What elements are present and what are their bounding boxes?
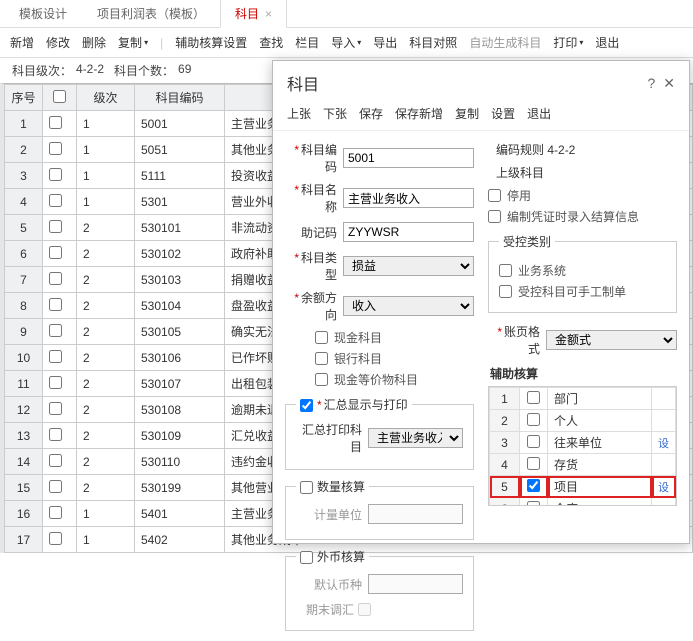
chevron-down-icon: ▾ [144,38,148,47]
close-icon[interactable]: ✕ [663,75,675,92]
tb-new[interactable]: 新增 [10,34,34,51]
aux-row[interactable]: 3往来单位设 [490,432,676,454]
tb-autogen: 自动生成科目 [469,34,541,51]
dlg-next[interactable]: 下张 [323,105,347,122]
tb-del[interactable]: 删除 [82,34,106,51]
tb-copy[interactable]: 复制▾ [118,34,148,51]
row-checkbox[interactable] [49,376,62,389]
name-input[interactable] [343,188,474,208]
qty-fieldset: 数量核算 计量单位 [285,478,474,540]
mnemo-input[interactable] [343,222,474,242]
tb-aux[interactable]: 辅助核算设置 [175,34,247,51]
subject-dialog: 科目 ? ✕ 上张 下张 保存 保存新增 复制 设置 退出 *科目编码 *科目名… [272,60,690,544]
row-checkbox[interactable] [49,532,62,545]
qty-input [368,504,463,524]
row-checkbox[interactable] [49,428,62,441]
tb-edit[interactable]: 修改 [46,34,70,51]
code-input[interactable] [343,148,474,168]
fx-toggle[interactable] [300,551,313,564]
dir-select[interactable]: 收入 [343,296,474,316]
header-checkbox[interactable] [53,90,66,103]
fx2-checkbox [358,603,371,616]
tab-template[interactable]: 模板设计 [4,0,82,27]
vset-checkbox[interactable] [488,210,501,223]
aux-row[interactable]: 2个人 [490,410,676,432]
row-checkbox[interactable] [49,506,62,519]
dlg-copy[interactable]: 复制 [455,105,479,122]
row-checkbox[interactable] [49,350,62,363]
ctrl-fieldset: 受控类别 业务系统 受控科目可手工制单 [488,233,677,313]
chevron-down-icon: ▾ [357,38,361,47]
fx-input [368,574,463,594]
row-checkbox[interactable] [49,402,62,415]
aux-checkbox[interactable] [527,413,540,426]
tb-col[interactable]: 栏目 [295,34,319,51]
row-checkbox[interactable] [49,116,62,129]
dlg-savenew[interactable]: 保存新增 [395,105,443,122]
qty-toggle[interactable] [300,481,313,494]
aux-checkbox[interactable] [527,391,540,404]
dlg-save[interactable]: 保存 [359,105,383,122]
col-chk [43,85,77,111]
cashlike-checkbox[interactable] [315,373,328,386]
aux-row[interactable]: 1部门 [490,388,676,410]
tb-compare[interactable]: 科目对照 [409,34,457,51]
chevron-down-icon: ▾ [579,38,583,47]
manual-checkbox[interactable] [499,285,512,298]
biz-checkbox[interactable] [499,264,512,277]
aux-checkbox[interactable] [527,501,540,507]
col-lvl: 级次 [77,85,135,111]
tb-export[interactable]: 导出 [373,34,397,51]
pagefmt-select[interactable]: 金额式 [546,330,677,350]
summary-fieldset: *汇总显示与打印 汇总打印科目主营业务收入 [285,396,474,470]
row-checkbox[interactable] [49,168,62,181]
aux-set-link[interactable]: 设 [658,482,669,494]
aux-set-link[interactable]: 设 [658,438,669,450]
row-checkbox[interactable] [49,272,62,285]
row-checkbox[interactable] [49,142,62,155]
aux-checkbox[interactable] [527,435,540,448]
bank-checkbox[interactable] [315,352,328,365]
tab-profit[interactable]: 项目利润表（模板） [82,0,220,27]
disable-checkbox[interactable] [488,189,501,202]
dlg-exit[interactable]: 退出 [527,105,551,122]
summary-select[interactable]: 主营业务收入 [368,428,463,448]
col-code: 科目编码 [135,85,225,111]
col-seq: 序号 [5,85,43,111]
row-checkbox[interactable] [49,480,62,493]
row-checkbox[interactable] [49,194,62,207]
dlg-set[interactable]: 设置 [491,105,515,122]
row-checkbox[interactable] [49,454,62,467]
summary-toggle[interactable] [300,399,313,412]
toolbar: 新增 修改 删除 复制▾ | 辅助核算设置 查找 栏目 导入▾ 导出 科目对照 … [0,28,693,58]
dialog-title: 科目 [287,71,319,95]
aux-checkbox[interactable] [527,479,540,492]
row-checkbox[interactable] [49,246,62,259]
row-checkbox[interactable] [49,324,62,337]
row-checkbox[interactable] [49,298,62,311]
row-checkbox[interactable] [49,220,62,233]
tb-exit[interactable]: 退出 [595,34,619,51]
fx-fieldset: 外币核算 默认币种 期末调汇 [285,548,474,631]
cash-checkbox[interactable] [315,331,328,344]
tb-find[interactable]: 查找 [259,34,283,51]
help-icon[interactable]: ? [647,75,655,92]
dlg-prev[interactable]: 上张 [287,105,311,122]
tb-print[interactable]: 打印▾ [553,34,583,51]
type-select[interactable]: 损益 [343,256,474,276]
aux-checkbox[interactable] [527,457,540,470]
aux-table[interactable]: 1部门2个人3往来单位设4存货5项目设6仓库 [488,386,677,506]
aux-row[interactable]: 5项目设 [490,476,676,498]
aux-row[interactable]: 4存货 [490,454,676,476]
close-icon[interactable]: × [265,7,272,21]
tb-import[interactable]: 导入▾ [331,34,361,51]
aux-row[interactable]: 6仓库 [490,498,676,507]
tab-subject[interactable]: 科目× [220,0,287,28]
